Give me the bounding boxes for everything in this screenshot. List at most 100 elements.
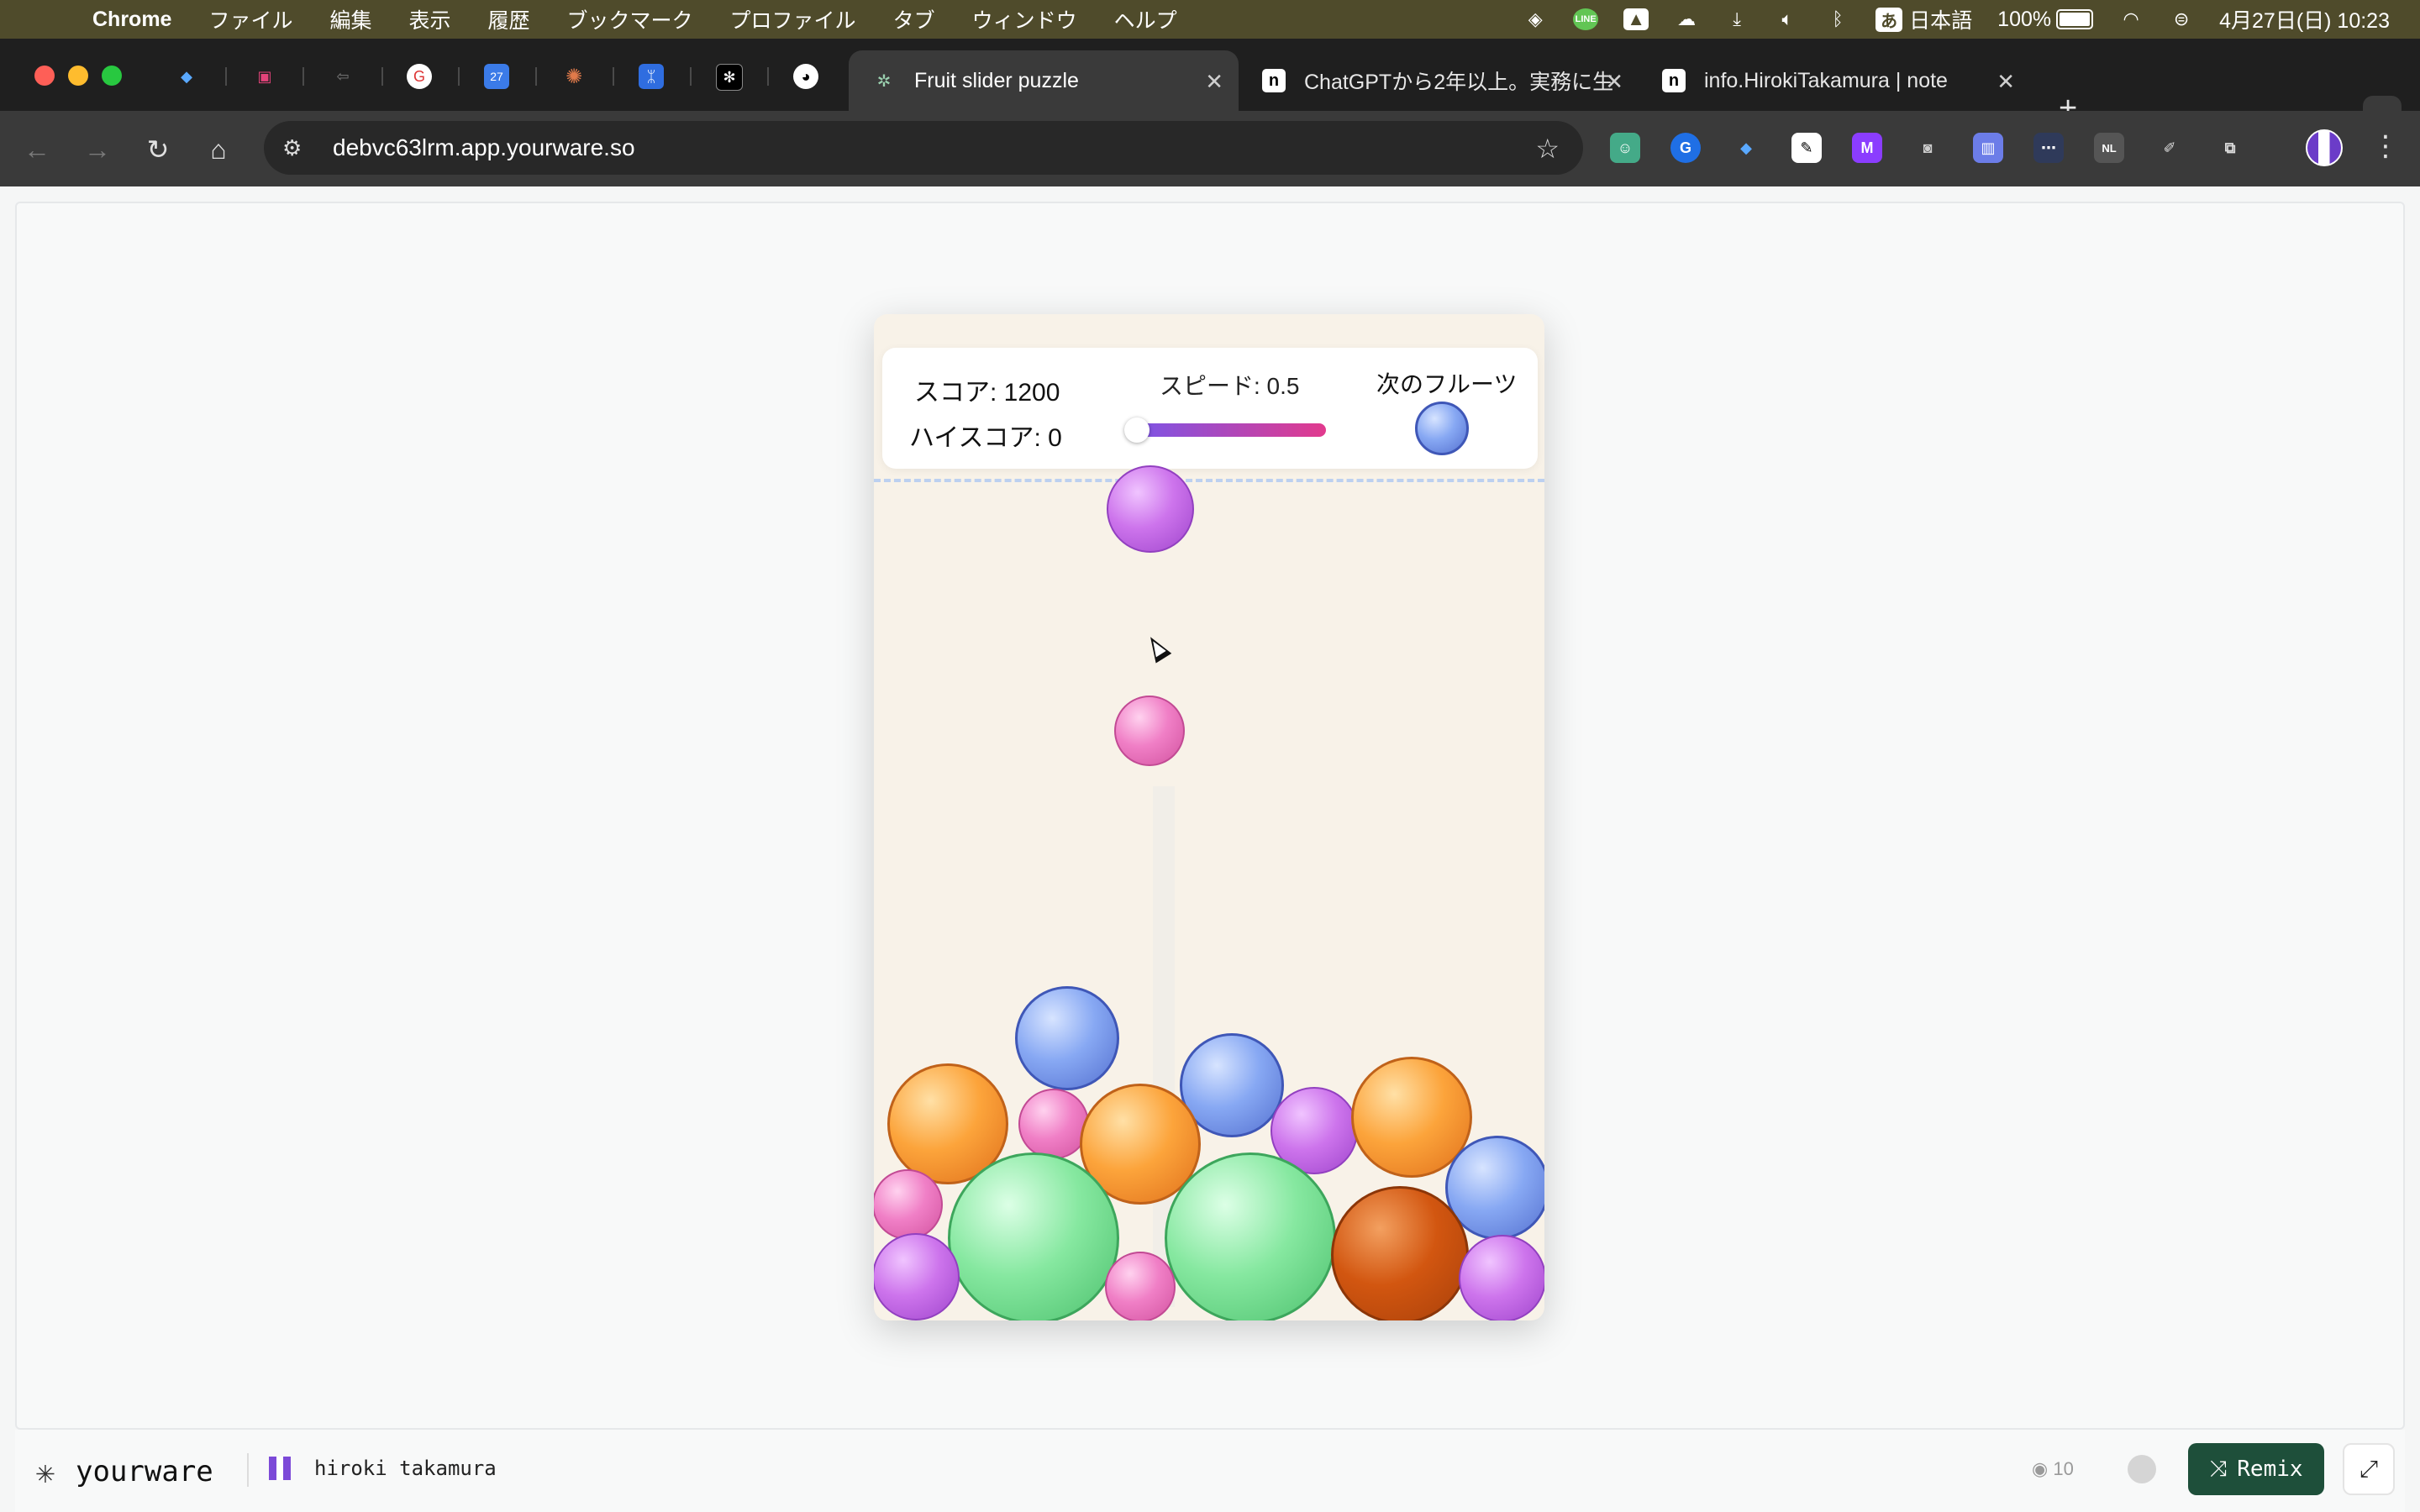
menu-file[interactable]: ファイル — [208, 4, 292, 34]
line-app-icon[interactable]: LINE — [1573, 8, 1599, 30]
tab-note-article[interactable]: n ChatGPTから2年以上。実務に生 ✕ — [1239, 50, 1639, 111]
held-fruit-grape[interactable] — [1107, 465, 1194, 553]
cloud-check-icon[interactable]: ☁ — [1674, 8, 1699, 30]
menu-app-name[interactable]: Chrome — [92, 8, 171, 32]
home-icon[interactable]: ⌂ — [202, 133, 235, 166]
tab-fruit-slider-puzzle[interactable]: ✲ Fruit slider puzzle ✕ — [849, 50, 1239, 111]
tab-separator — [381, 67, 383, 86]
author-chip[interactable]: hiroki takamura — [269, 1457, 497, 1480]
extension-camera-icon[interactable]: ◙ — [1912, 133, 1943, 163]
tab-separator — [302, 67, 304, 86]
ime-badge: あ — [1876, 7, 1903, 32]
close-tab-icon[interactable]: ✕ — [1996, 69, 2015, 95]
tab-strip: ◆ ▣ ⇦ G 27 ✺ ᛯ ✻ ◕ ✲ Fruit slider puzzle… — [0, 39, 2420, 134]
pinned-tab-gem-icon[interactable]: ◆ — [174, 64, 199, 89]
forward-icon[interactable]: → — [81, 133, 114, 166]
extension-translate-icon[interactable]: G — [1670, 133, 1701, 163]
extension-mascot-icon[interactable]: ☺ — [1610, 133, 1640, 163]
tab-title: ChatGPTから2年以上。実務に生 — [1304, 71, 1614, 94]
extension-m-icon[interactable]: M — [1852, 133, 1882, 163]
high-score-label: ハイスコア: 0 — [909, 424, 1062, 452]
yourware-brand[interactable]: ✳ yourware — [27, 1453, 213, 1490]
profile-avatar[interactable] — [2306, 129, 2343, 166]
menu-bar-status-area: ◈ LINE ▲ ☁ ⤓ 🔈︎ ᛒ あ 日本語 100% ◠ ⊜ 4月27日(日… — [1523, 0, 2390, 39]
tab-separator — [690, 67, 692, 86]
bookmark-star-icon[interactable]: ☆ — [1535, 133, 1560, 165]
layers-icon[interactable]: ◈ — [1523, 8, 1548, 30]
eye-icon: ◉ — [2032, 1458, 2049, 1479]
download-icon[interactable]: ⤓ — [1724, 8, 1749, 30]
extension-more-icon[interactable]: ⋯ — [2033, 133, 2064, 163]
battery-status[interactable]: 100% — [1997, 7, 2094, 32]
menu-bookmarks[interactable]: ブックマーク — [567, 4, 693, 34]
tab-title: info.HirokiTakamura | note — [1704, 68, 1948, 92]
menu-profiles[interactable]: プロファイル — [730, 4, 856, 34]
battery-icon — [2056, 9, 2094, 29]
extension-gem-icon[interactable]: ◆ — [1731, 133, 1761, 163]
reaction-face-icon[interactable] — [2128, 1455, 2156, 1483]
footer-divider — [247, 1453, 249, 1487]
pinned-tab-google-icon[interactable]: G — [407, 64, 432, 89]
yourware-favicon: ✲ — [876, 71, 892, 91]
minimize-window-button[interactable] — [68, 66, 88, 86]
pinned-tab-bluesky-icon[interactable]: ᛯ — [639, 64, 664, 89]
extension-nl-icon[interactable]: NL — [2094, 133, 2124, 163]
remix-label: Remix — [2237, 1457, 2303, 1482]
menu-tab[interactable]: タブ — [893, 4, 935, 34]
input-method[interactable]: あ 日本語 — [1876, 4, 1972, 34]
pinned-tab-archive-icon[interactable]: ▣ — [252, 64, 277, 89]
tab-separator — [613, 67, 614, 86]
menu-help[interactable]: ヘルプ — [1114, 4, 1177, 34]
close-tab-icon[interactable]: ✕ — [1205, 69, 1223, 95]
yourware-logo-icon: ✳ — [35, 1453, 55, 1490]
view-count-value: 10 — [2053, 1458, 2074, 1479]
pinned-tab-claude-icon[interactable]: ✺ — [561, 64, 587, 89]
extensions-puzzle-icon[interactable]: ⧉ — [2215, 133, 2245, 163]
zoom-window-button[interactable] — [102, 66, 122, 86]
tab-separator — [767, 67, 769, 86]
menu-edit[interactable]: 編集 — [329, 4, 371, 34]
clock[interactable]: 4月27日(日) 10:23 — [2219, 4, 2390, 34]
speed-label: スピード: 0.5 — [1160, 373, 1300, 399]
fruit-blueberry — [1015, 986, 1119, 1090]
pinned-tab-exit-icon[interactable]: ⇦ — [330, 64, 355, 89]
author-name: hiroki takamura — [314, 1457, 497, 1480]
menu-window[interactable]: ウィンドウ — [972, 4, 1077, 34]
extension-pen-icon[interactable]: ✎ — [1791, 133, 1822, 163]
address-bar[interactable]: ⚙ debvc63lrm.app.yourware.so ☆ — [264, 121, 1583, 175]
site-settings-icon[interactable]: ⚙ — [282, 135, 316, 161]
address-url[interactable]: debvc63lrm.app.yourware.so — [333, 134, 635, 161]
menu-view[interactable]: 表示 — [409, 4, 451, 34]
close-window-button[interactable] — [34, 66, 55, 86]
volume-icon[interactable]: 🔈︎ — [1775, 8, 1800, 30]
remix-button[interactable]: ⤨ Remix — [2188, 1443, 2324, 1495]
bluetooth-icon[interactable]: ᛒ — [1825, 8, 1850, 30]
author-avatar — [269, 1457, 291, 1480]
drive-icon[interactable]: ▲ — [1623, 8, 1649, 30]
extension-blocks-icon[interactable]: ▥ — [1973, 133, 2003, 163]
score-panel: スコア: 1200 ハイスコア: 0 スピード: 0.5 次のフルーツ — [882, 348, 1538, 469]
tab-title: Fruit slider puzzle — [914, 68, 1079, 92]
note-favicon: n — [1662, 69, 1686, 92]
game-board[interactable]: スコア: 1200 ハイスコア: 0 スピード: 0.5 次のフルーツ — [874, 314, 1544, 1320]
chrome-menu-icon[interactable]: ⋮ — [2371, 129, 2400, 163]
fullscreen-expand-icon[interactable]: ⤢ — [2343, 1443, 2395, 1495]
menu-history[interactable]: 履歴 — [488, 4, 530, 34]
pinned-tab-github-icon[interactable]: ◕ — [793, 64, 818, 89]
extension-eyedropper-icon[interactable]: ✐ — [2154, 133, 2185, 163]
wifi-icon[interactable]: ◠ — [2118, 8, 2144, 30]
tab-separator — [458, 67, 460, 86]
close-tab-icon[interactable]: ✕ — [1605, 69, 1623, 95]
control-center-icon[interactable]: ⊜ — [2169, 8, 2194, 30]
reload-icon[interactable]: ↻ — [141, 133, 175, 166]
pinned-tab-openai-icon[interactable]: ✻ — [716, 64, 743, 91]
fruit-cherry — [874, 1169, 943, 1240]
back-icon[interactable]: ← — [20, 133, 54, 166]
note-favicon: n — [1262, 69, 1286, 92]
tab-note-profile[interactable]: n info.HirokiTakamura | note ✕ — [1639, 50, 2030, 111]
pinned-tab-calendar-icon[interactable]: 27 — [484, 64, 509, 89]
battery-percent: 100% — [1997, 7, 2052, 31]
next-fruit-label: 次のフルーツ — [1376, 371, 1518, 397]
speed-slider[interactable] — [1124, 417, 1326, 443]
speed-slider-thumb[interactable] — [1124, 417, 1150, 443]
